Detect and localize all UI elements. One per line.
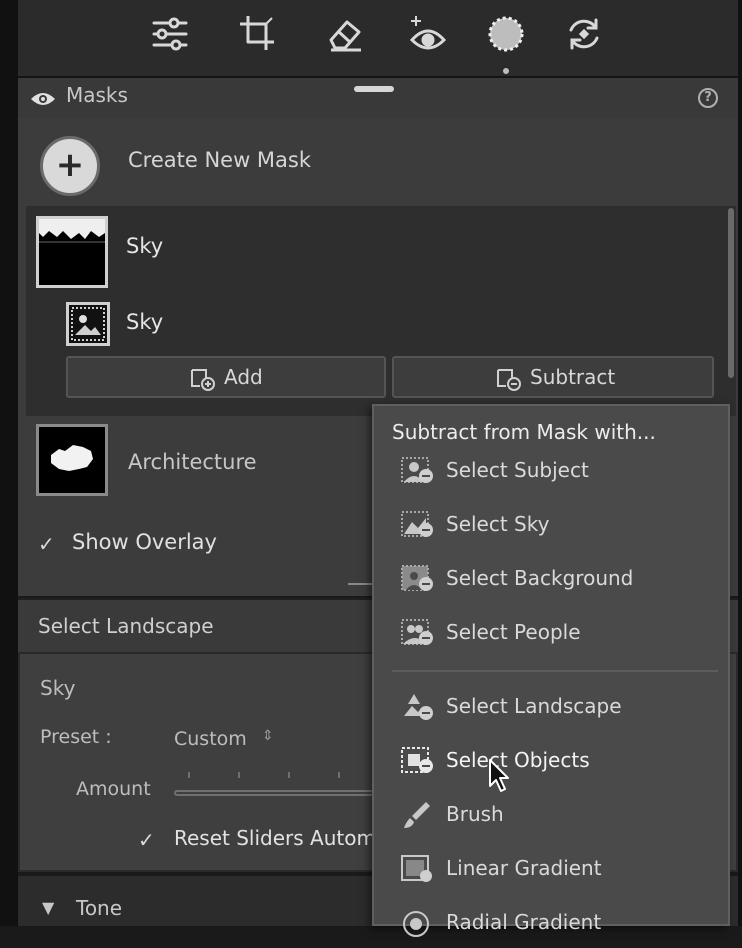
active-tool-indicator [503, 68, 509, 74]
edit-sliders-icon[interactable] [148, 12, 192, 56]
brush-icon [400, 800, 436, 830]
menu-item-select-landscape[interactable]: Select Landscape [374, 682, 728, 732]
architecture-mask-thumbnail[interactable] [36, 424, 108, 496]
plus-icon: + [55, 145, 85, 185]
create-new-mask-label[interactable]: Create New Mask [128, 148, 311, 172]
amount-label: Amount [76, 778, 151, 800]
slider-tick [188, 772, 190, 778]
menu-item-label: Linear Gradient [446, 856, 602, 880]
show-overlay-checkbox[interactable]: ✓ [38, 532, 55, 556]
radial-gradient-icon [400, 908, 436, 938]
reset-sliders-label[interactable]: Reset Sliders Automa [174, 826, 388, 850]
eye-icon[interactable] [30, 90, 56, 108]
menu-item-radial-gradient[interactable]: Radial Gradient [374, 898, 728, 948]
tone-label[interactable]: Tone [76, 896, 122, 920]
select-people-icon [400, 618, 436, 648]
slider-tick [288, 772, 290, 778]
remove-eraser-icon[interactable] [323, 12, 367, 56]
linear-gradient-icon [400, 854, 436, 884]
add-label: Add [224, 365, 263, 389]
subtract-from-mask-button[interactable]: Subtract [392, 356, 714, 398]
select-sky-icon [400, 510, 436, 540]
tool-strip [18, 0, 738, 78]
window-frame-left [0, 0, 18, 926]
menu-divider [392, 670, 718, 672]
menu-item-select-objects[interactable]: Select Objects [374, 736, 728, 786]
mask-item-sky[interactable]: Sky Sky Add Subtract [26, 206, 736, 416]
mask-list-scrollbar[interactable] [728, 208, 734, 378]
select-background-icon [400, 564, 436, 594]
menu-item-select-sky[interactable]: Select Sky [374, 500, 728, 550]
menu-item-label: Select People [446, 620, 581, 644]
select-subject-icon [400, 456, 436, 486]
menu-item-label: Select Subject [446, 458, 589, 482]
preset-label: Preset : [40, 726, 112, 748]
red-eye-icon[interactable] [406, 12, 450, 56]
window-frame-right [738, 0, 742, 926]
masks-header: Masks ? [18, 78, 738, 118]
collapse-triangle-icon[interactable]: ▼ [42, 898, 54, 917]
subtract-component-icon [496, 368, 522, 392]
help-icon[interactable]: ? [698, 88, 718, 108]
menu-item-select-subject[interactable]: Select Subject [374, 446, 728, 496]
menu-item-select-people[interactable]: Select People [374, 608, 728, 658]
sky-mask-thumbnail[interactable] [36, 216, 108, 288]
menu-item-linear-gradient[interactable]: Linear Gradient [374, 844, 728, 894]
section-title: Select Landscape [38, 614, 214, 638]
landscape-category-label: Sky [40, 676, 76, 700]
menu-heading: Subtract from Mask with... [392, 420, 656, 444]
mask-name[interactable]: Architecture [128, 450, 257, 474]
slider-tick [338, 772, 340, 778]
menu-item-label: Select Sky [446, 512, 550, 536]
mask-name[interactable]: Sky [126, 234, 163, 258]
preset-dropdown[interactable]: Custom [174, 728, 247, 750]
slider-tick [238, 772, 240, 778]
subtract-from-mask-menu: Subtract from Mask with... Select Subjec… [372, 404, 730, 937]
component-name[interactable]: Sky [126, 310, 163, 334]
subtract-label: Subtract [530, 365, 616, 389]
select-objects-icon [400, 746, 436, 776]
create-new-mask-button[interactable]: + [40, 136, 100, 196]
menu-item-label: Select Landscape [446, 694, 622, 718]
masks-title: Masks [66, 83, 128, 107]
menu-item-select-background[interactable]: Select Background [374, 554, 728, 604]
menu-item-label: Select Objects [446, 748, 590, 772]
sky-component-icon[interactable] [66, 302, 110, 346]
add-to-mask-button[interactable]: Add [66, 356, 386, 398]
reset-sliders-checkbox[interactable]: ✓ [138, 828, 155, 852]
masking-icon[interactable] [484, 12, 528, 56]
show-overlay-label[interactable]: Show Overlay [72, 530, 217, 554]
select-landscape-icon [400, 692, 436, 722]
add-component-icon [190, 368, 216, 392]
menu-item-label: Brush [446, 802, 504, 826]
amount-slider[interactable] [174, 790, 374, 796]
presets-icon[interactable] [562, 12, 606, 56]
crop-icon[interactable] [236, 12, 280, 56]
menu-item-label: Select Background [446, 566, 634, 590]
dropdown-arrows-icon[interactable]: ⇕ [262, 728, 274, 744]
mouse-pointer-icon [488, 758, 512, 794]
menu-item-brush[interactable]: Brush [374, 790, 728, 840]
panel-drag-handle[interactable] [354, 86, 394, 92]
menu-item-label: Radial Gradient [446, 910, 602, 934]
